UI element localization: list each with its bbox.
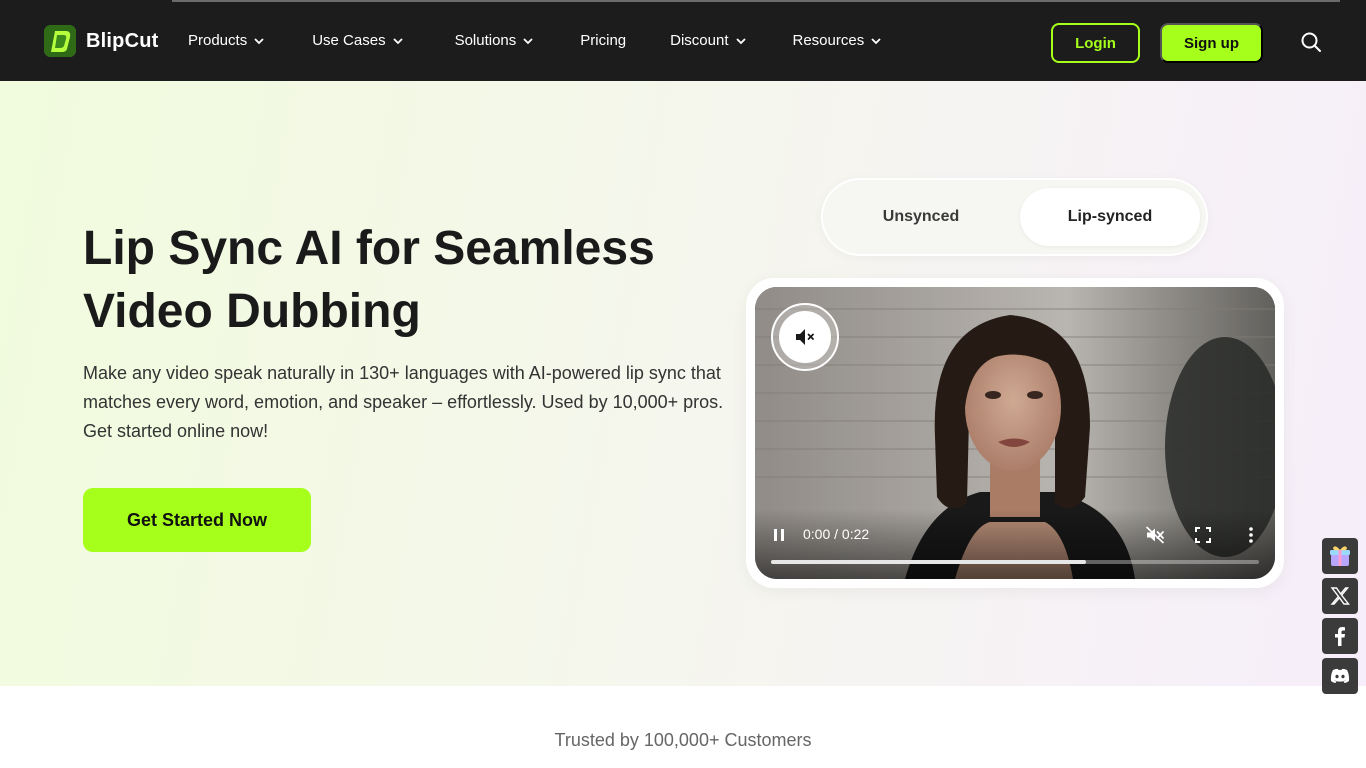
nav-item-label: Discount [670, 32, 729, 49]
chevron-down-icon [392, 37, 403, 44]
nav-item-label: Use Cases [312, 32, 386, 49]
toggle-unsynced[interactable]: Unsynced [831, 188, 1011, 246]
nav-item-use-cases[interactable]: Use Cases [312, 32, 403, 49]
video-player[interactable]: 0:00 / 0:22 [755, 287, 1275, 579]
mute-badge-inner [779, 311, 831, 363]
gift-button[interactable] [1322, 538, 1358, 574]
top-navigation-bar: BlipCut Products Use Cases Solutions Pri… [0, 0, 1366, 81]
facebook-icon [1335, 627, 1345, 646]
video-card: 0:00 / 0:22 [746, 278, 1284, 588]
brand-logo[interactable]: BlipCut [44, 25, 159, 57]
blipcut-logo-icon [44, 25, 76, 57]
hero-section: Lip Sync AI for Seamless Video Dubbing M… [0, 81, 1366, 686]
nav-item-label: Solutions [454, 32, 517, 49]
nav-item-label: Pricing [580, 32, 627, 49]
search-icon[interactable] [1299, 30, 1323, 54]
nav-item-label: Products [188, 32, 248, 49]
nav-item-products[interactable]: Products [188, 32, 265, 49]
x-icon [1330, 587, 1350, 605]
x-share-button[interactable] [1322, 578, 1358, 614]
toggle-lip-synced[interactable]: Lip-synced [1020, 188, 1200, 246]
speaker-muted-icon [796, 329, 814, 345]
sync-toggle: Unsynced Lip-synced [821, 178, 1208, 256]
nav-item-discount[interactable]: Discount [670, 32, 746, 49]
more-options-icon[interactable] [1241, 525, 1261, 545]
chevron-down-icon [871, 37, 881, 44]
chevron-down-icon [735, 37, 746, 44]
get-started-button[interactable]: Get Started Now [83, 488, 311, 552]
nav-item-resources[interactable]: Resources [793, 32, 883, 49]
hero-subtitle: Make any video speak naturally in 130+ l… [83, 363, 724, 441]
volume-muted-icon[interactable] [1145, 525, 1165, 545]
brand-name: BlipCut [86, 29, 159, 52]
chevron-down-icon [523, 37, 533, 44]
nav-item-solutions[interactable]: Solutions [455, 32, 535, 49]
video-progress-fill [771, 560, 1086, 564]
gift-icon [1330, 546, 1350, 566]
login-button[interactable]: Login [1051, 23, 1140, 63]
chevron-down-icon [254, 37, 264, 44]
discord-button[interactable] [1322, 658, 1358, 694]
hero-title: Lip Sync AI for Seamless Video Dubbing [83, 222, 655, 338]
nav-item-pricing[interactable]: Pricing [580, 32, 626, 49]
mute-toggle-button[interactable] [771, 303, 839, 371]
video-time: 0:00 / 0:22 [803, 526, 870, 542]
pause-icon[interactable] [769, 525, 789, 545]
main-nav: Products Use Cases Solutions Pricing Dis… [188, 0, 882, 81]
facebook-share-button[interactable] [1322, 618, 1358, 654]
video-controls: 0:00 / 0:22 [755, 509, 1275, 579]
fullscreen-icon[interactable] [1193, 525, 1213, 545]
discord-icon [1330, 668, 1350, 683]
video-progress-bar[interactable] [771, 560, 1259, 564]
signup-button[interactable]: Sign up [1160, 23, 1263, 63]
trusted-by-text: Trusted by 100,000+ Customers [554, 730, 812, 750]
nav-item-label: Resources [792, 32, 865, 49]
